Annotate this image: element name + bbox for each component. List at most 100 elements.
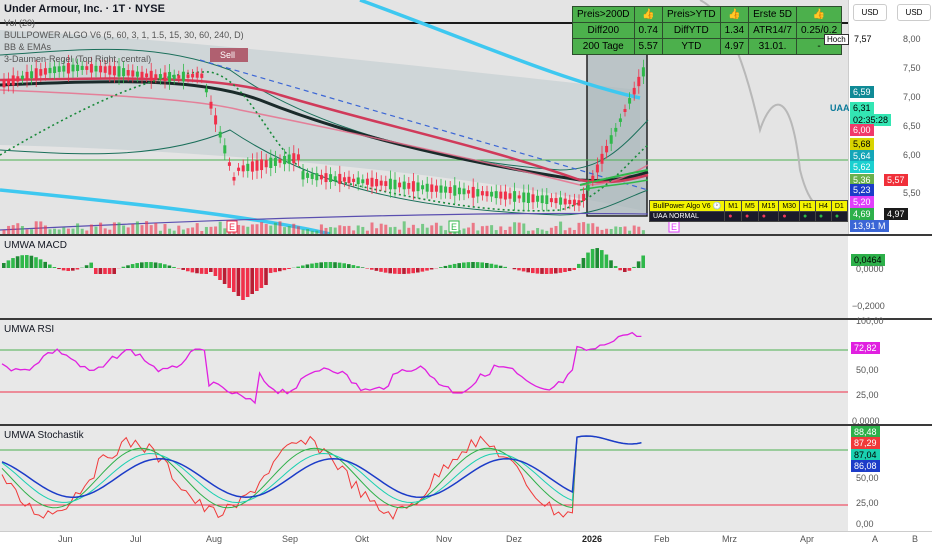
candle-body bbox=[219, 132, 222, 138]
candle-body bbox=[62, 66, 65, 72]
macd-bar bbox=[48, 265, 52, 268]
macd-bar bbox=[632, 267, 636, 268]
candle-body bbox=[159, 74, 162, 79]
candle-body bbox=[95, 66, 98, 72]
macd-bar bbox=[586, 253, 590, 268]
candle-body bbox=[76, 65, 79, 71]
candle-body bbox=[182, 72, 185, 82]
volume-bar bbox=[196, 223, 199, 234]
earnings-marker[interactable]: E bbox=[669, 221, 679, 232]
earnings-marker[interactable]: E bbox=[227, 221, 237, 232]
candle-body bbox=[352, 179, 355, 182]
candle-body bbox=[81, 66, 84, 70]
volume-bar bbox=[348, 226, 351, 234]
candle-body bbox=[136, 72, 139, 77]
candle-body bbox=[205, 89, 208, 93]
price-tick: 8,00 bbox=[903, 34, 921, 44]
stochastic-title[interactable]: UMWA Stochastik bbox=[4, 430, 84, 441]
candle-body bbox=[371, 178, 374, 187]
macd-bar bbox=[448, 265, 452, 268]
macd-bar bbox=[453, 264, 457, 268]
volume-bar bbox=[265, 224, 268, 234]
macd-bar bbox=[559, 268, 563, 273]
volume-bar bbox=[513, 222, 516, 234]
volume-bar bbox=[145, 221, 148, 234]
candle-body bbox=[131, 70, 134, 76]
macd-bar bbox=[439, 267, 443, 268]
candle-body bbox=[444, 187, 447, 193]
volume-bar bbox=[472, 223, 475, 234]
macd-bar bbox=[430, 268, 434, 269]
earnings-marker[interactable]: E bbox=[449, 221, 459, 232]
candle-body bbox=[251, 161, 254, 171]
candle-body bbox=[173, 75, 176, 79]
volume-bar bbox=[16, 223, 19, 234]
volume-bar bbox=[619, 227, 622, 234]
volume-bar bbox=[95, 227, 98, 234]
volume-bar bbox=[509, 227, 512, 234]
macd-bar bbox=[135, 263, 139, 268]
indicator-bb-emas[interactable]: BB & EMAs bbox=[4, 42, 51, 52]
main-chart-pane[interactable]: E E E Under Armour, Inc. · 1T · NYSE Vol… bbox=[0, 0, 848, 234]
macd-bar bbox=[306, 264, 310, 268]
month-tick: Nov bbox=[436, 534, 452, 544]
volume-bar bbox=[633, 226, 636, 234]
volume-bar bbox=[614, 226, 617, 234]
macd-title[interactable]: UMWA MACD bbox=[4, 240, 67, 251]
macd-bar bbox=[154, 262, 158, 268]
macd-bar bbox=[62, 268, 66, 270]
volume-bar bbox=[210, 227, 213, 234]
candle-body bbox=[30, 71, 33, 78]
macd-bar bbox=[494, 265, 498, 268]
stochastic-axis[interactable]: 88,48 87,29 87,04 86,08 50,00 25,00 0,00 bbox=[848, 426, 932, 531]
candle-body bbox=[463, 189, 466, 195]
indicator-3-daumen[interactable]: 3-Daumen-Regel (Top Right, central) bbox=[4, 54, 151, 64]
candle-body bbox=[177, 75, 180, 78]
candle-body bbox=[633, 88, 636, 95]
volume-bar bbox=[596, 227, 599, 234]
macd-bar bbox=[71, 268, 75, 271]
stoch-tick: 25,00 bbox=[856, 498, 879, 508]
macd-pane[interactable]: UMWA MACD bbox=[0, 236, 848, 318]
macd-bar bbox=[195, 268, 199, 273]
indicator-vol[interactable]: Vol (20) bbox=[4, 18, 35, 28]
macd-bar bbox=[319, 262, 323, 268]
volume-bar bbox=[329, 227, 332, 234]
stochastic-pane[interactable]: UMWA Stochastik bbox=[0, 426, 848, 531]
candle-body bbox=[200, 74, 203, 78]
currency-button[interactable]: USD bbox=[853, 4, 887, 21]
candle-body bbox=[26, 72, 29, 80]
mtf-title: BullPower Algo V6 🕐 bbox=[650, 201, 725, 212]
rsi-pane[interactable]: UMWA RSI bbox=[0, 320, 848, 424]
table-cell: 200 Tage bbox=[573, 39, 635, 55]
volume-bar bbox=[44, 225, 47, 234]
hoch-label: Hoch bbox=[824, 34, 849, 45]
currency-button[interactable]: USD bbox=[897, 4, 931, 21]
rsi-title[interactable]: UMWA RSI bbox=[4, 324, 54, 335]
candle-body bbox=[85, 66, 88, 70]
candle-body bbox=[375, 179, 378, 186]
thumb-icon: 👍 bbox=[720, 7, 748, 23]
candle-body bbox=[191, 74, 194, 78]
candle-body bbox=[499, 192, 502, 199]
rsi-axis[interactable]: 100,00 72,82 50,00 25,00 0,0000 bbox=[848, 320, 932, 424]
candle-body bbox=[246, 164, 249, 171]
macd-bar bbox=[89, 263, 93, 268]
macd-bar bbox=[545, 268, 549, 274]
macd-bar bbox=[66, 268, 70, 271]
macd-axis[interactable]: 0,0464 0,0000 −0,2000 bbox=[848, 236, 932, 318]
macd-bar bbox=[108, 268, 112, 274]
mtf-table: BullPower Algo V6 🕐 M1 M5 M15 M30 H1 H4 … bbox=[649, 200, 848, 222]
indicator-bullpower[interactable]: BULLPOWER ALGO V6 (5, 60, 3, 1, 1.5, 15,… bbox=[4, 30, 244, 40]
candle-body bbox=[325, 173, 328, 182]
macd-bar bbox=[421, 268, 425, 272]
axis-mode-a-button[interactable]: A bbox=[872, 534, 878, 544]
candle-body bbox=[430, 184, 433, 191]
macd-bar bbox=[618, 268, 622, 270]
volume-bar bbox=[292, 224, 295, 234]
axis-mode-b-button[interactable]: B bbox=[912, 534, 918, 544]
symbol-title[interactable]: Under Armour, Inc. · 1T · NYSE bbox=[4, 3, 165, 15]
mtf-timeframe: H1 bbox=[799, 201, 815, 212]
macd-bar bbox=[232, 268, 236, 292]
macd-bar bbox=[273, 268, 277, 272]
